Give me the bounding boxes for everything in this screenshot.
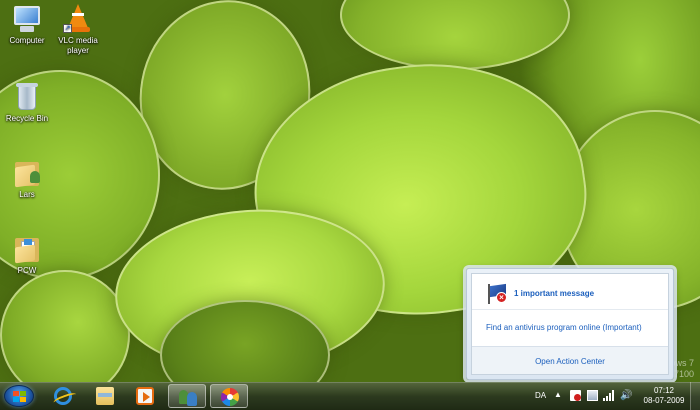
recycle-bin-icon [12,82,42,112]
signal-strength-icon[interactable] [603,390,614,401]
show-hidden-icons-button[interactable]: ▲ [554,390,562,399]
taskbar-button-media-player[interactable] [126,384,164,408]
show-desktop-button[interactable] [690,382,700,410]
ie-icon [54,387,72,405]
desktop-icon-label: Lars [19,190,35,199]
clock[interactable]: 07:12 08-07-2009 [640,386,688,406]
windows-logo-icon [13,391,26,402]
clock-date: 08-07-2009 [643,396,685,405]
taskbar-button-messenger[interactable] [168,384,206,408]
vlc-icon: ↗ [63,4,93,34]
action-center-tray-icon[interactable] [570,390,581,401]
user-folder-icon [12,158,42,188]
desktop-icon-computer[interactable]: Computer [0,4,55,46]
notification-body: × 1 important message Find an antivirus … [471,273,669,375]
desktop-icon-lars[interactable]: Lars [0,158,55,200]
desktop-icon-vlc[interactable]: ↗ VLC media player [50,4,106,56]
error-badge-icon: × [496,292,507,303]
notification-title[interactable]: 1 important message [514,289,594,298]
wallpaper-leaf [340,0,570,70]
notification-message-link[interactable]: Find an antivirus program online (Import… [486,323,642,332]
taskbar-button-picasa[interactable] [210,384,248,408]
notification-footer: Open Action Center [472,346,668,374]
desktop-icon-label: PCW [17,266,37,275]
action-center-flag-icon: × [486,283,508,304]
desktop-icon-pcw[interactable]: PCW [0,234,55,276]
desktop-icon-label: Computer [9,36,45,45]
network-tray-icon[interactable] [587,390,598,401]
open-action-center-link[interactable]: Open Action Center [472,357,668,366]
volume-icon[interactable]: 🔊 [620,390,632,401]
action-center-notification: × 1 important message Find an antivirus … [466,268,674,380]
clock-time: 07:12 [653,386,675,395]
wallpaper-leaf [0,270,130,382]
desktop-icon-label: VLC media player [58,36,98,55]
shortcut-arrow-icon: ↗ [63,24,72,33]
folder-icon [12,234,42,264]
explorer-icon [96,387,114,405]
media-player-icon [136,387,154,405]
desktop-icon-recycle-bin[interactable]: Recycle Bin [0,82,55,124]
computer-icon [12,4,42,34]
start-button[interactable] [4,385,34,407]
users-icon [179,388,197,406]
taskbar-button-internet-explorer[interactable] [44,384,82,408]
language-indicator[interactable]: DA [535,391,546,400]
picasa-icon [221,388,239,406]
taskbar-button-windows-explorer[interactable] [86,384,124,408]
desktop-icon-label: Recycle Bin [5,114,49,123]
notification-header: × 1 important message [472,274,668,310]
